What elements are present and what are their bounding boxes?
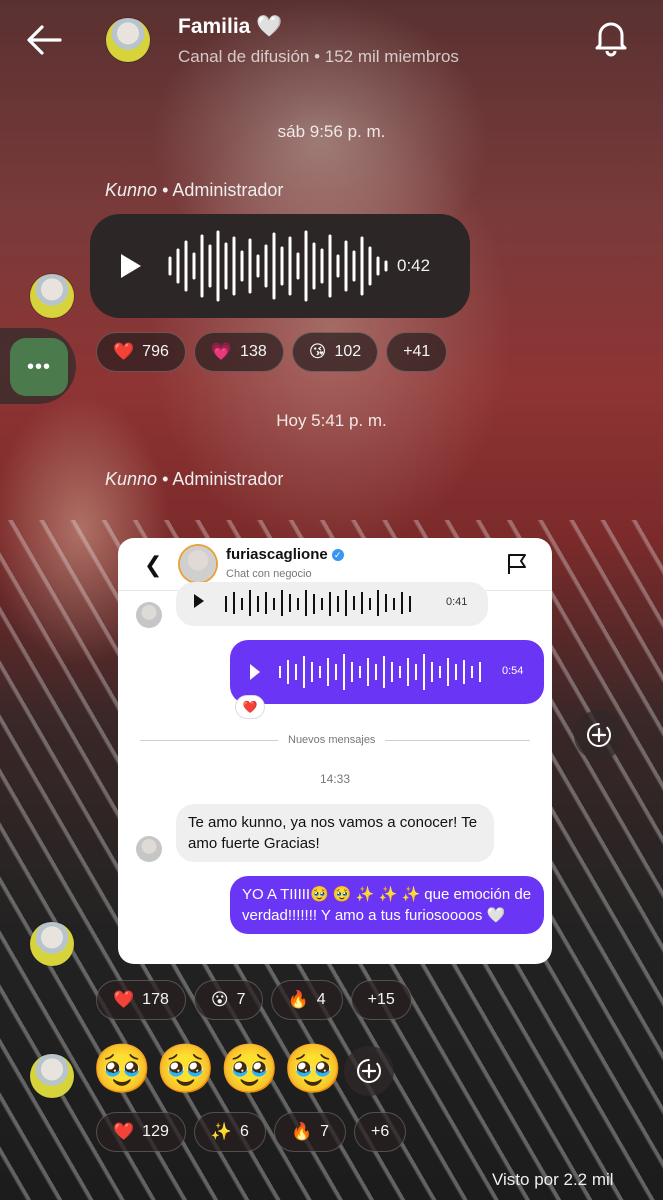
reaction-count: +41 — [403, 343, 431, 360]
screenshot-avatar-small — [136, 836, 162, 862]
screenshot-contact-name: furiascaglione ✓ — [226, 546, 344, 563]
bell-icon[interactable] — [590, 16, 632, 58]
screenshot-outgoing-message: YO A TIIIII🥹 🥹 ✨ ✨ ✨ que emoción de verd… — [230, 876, 544, 934]
screenshot-incoming-message: Te amo kunno, ya nos vamos a conocer! Te… — [176, 804, 494, 862]
voice-duration: 0:42 — [397, 256, 431, 275]
reaction-chip[interactable]: 🔥 7 — [273, 1112, 347, 1152]
screenshot-avatar-small — [136, 602, 162, 628]
emoji-message[interactable]: 🥹🥹🥹🥹 — [92, 1042, 347, 1098]
more-reactions-chip[interactable]: +15 — [350, 980, 412, 1020]
screenshot-time: 14:33 — [319, 772, 351, 786]
reaction-chip[interactable]: ✨ 6 — [193, 1112, 266, 1152]
heart-emoji: ❤️ — [113, 342, 135, 361]
reaction-chip[interactable]: 🔥 4 — [270, 980, 343, 1020]
shared-screenshot-image[interactable]: ❮ furiascaglione✓ Chat con negocio 0:41 — [118, 538, 552, 964]
reaction-count: 4 — [316, 991, 326, 1008]
flag-icon — [508, 554, 526, 574]
author-name: Kunno — [105, 180, 158, 200]
reaction-chip[interactable]: ❤️ 129 — [96, 1112, 186, 1152]
reaction-count: 138 — [240, 343, 267, 360]
reaction-count: 102 — [334, 343, 362, 360]
reaction-chip[interactable]: 💗 138 — [193, 332, 284, 372]
voice-duration: 0:54 — [502, 665, 524, 677]
play-icon — [250, 664, 260, 680]
surprised-emoji: 😮 — [210, 990, 229, 1009]
contact-name-text: furiascaglione — [226, 546, 328, 563]
channel-subtitle[interactable]: Canal de difusión • 152 mil miembros — [178, 47, 459, 67]
channel-avatar[interactable] — [106, 18, 150, 62]
reaction-chip[interactable]: ❤️ 796 — [96, 332, 186, 372]
screenshot-avatar — [180, 546, 216, 582]
screenshot-voice-incoming: 0:41 — [176, 582, 488, 626]
reaction-count: 6 — [240, 1123, 249, 1140]
kiss-emoji: 😘 — [308, 342, 327, 361]
reaction-count: +15 — [367, 991, 395, 1008]
reaction-chip[interactable]: ❤️ 178 — [96, 980, 186, 1020]
new-messages-label: Nuevos mensajes — [278, 734, 386, 746]
reactions-row: ❤️ 129 ✨ 6 🔥 7 +6 — [96, 1112, 407, 1152]
play-icon — [194, 594, 204, 608]
reaction-count: 178 — [142, 991, 169, 1008]
add-reaction-button[interactable] — [344, 1046, 394, 1096]
reaction-count: 796 — [142, 343, 169, 360]
more-dots-icon[interactable]: ••• — [10, 338, 68, 396]
fire-emoji: 🔥 — [290, 1122, 313, 1141]
reaction-count: 7 — [236, 991, 246, 1008]
waveform — [225, 590, 411, 616]
reaction-count: +6 — [371, 1123, 390, 1140]
heart-reaction-badge: ❤️ — [236, 696, 264, 718]
reaction-count: 7 — [320, 1123, 330, 1140]
pink-heart-emoji: 💗 — [210, 342, 233, 361]
date-separator: sáb 9:56 p. m. — [277, 122, 386, 141]
waveform — [279, 654, 481, 690]
heart-emoji: ❤️ — [113, 1122, 135, 1141]
screenshot-voice-outgoing: 0:54 — [230, 640, 544, 704]
sparkles-emoji: ✨ — [210, 1122, 233, 1141]
date-separator: Hoy 5:41 p. m. — [276, 411, 387, 430]
voice-duration: 0:41 — [446, 596, 468, 608]
author-role: • Administrador — [157, 180, 284, 200]
reaction-count: 129 — [142, 1123, 169, 1140]
screenshot-contact-subtitle: Chat con negocio — [226, 568, 312, 580]
more-reactions-chip[interactable]: +6 — [354, 1112, 407, 1152]
author-avatar[interactable] — [30, 922, 74, 966]
chevron-left-icon: ❮ — [144, 552, 163, 577]
post-author: Kunno • Administrador — [105, 469, 283, 490]
more-reactions-chip[interactable]: +41 — [386, 332, 448, 372]
arrow-left-icon[interactable] — [22, 18, 66, 62]
reactions-row: ❤️ 796 💗 138 😘 102 +41 — [96, 332, 448, 372]
add-reaction-icon — [357, 1059, 381, 1083]
seen-by-count: Visto por 2.2 mil — [492, 1170, 614, 1189]
voice-message[interactable]: 0:42 — [90, 214, 470, 318]
author-avatar[interactable] — [30, 274, 74, 318]
author-name: Kunno — [105, 469, 158, 489]
more-options-button[interactable]: ••• — [0, 328, 76, 404]
channel-header: Familia 🤍 Canal de difusión • 152 mil mi… — [0, 0, 663, 86]
add-reaction-button[interactable] — [574, 710, 624, 760]
waveform — [168, 230, 388, 302]
author-role: • Administrador — [157, 469, 284, 489]
reaction-chip[interactable]: 😘 102 — [291, 332, 379, 372]
fire-emoji: 🔥 — [287, 990, 309, 1009]
verified-icon: ✓ — [331, 549, 344, 562]
heart-emoji: ❤️ — [113, 990, 135, 1009]
channel-title[interactable]: Familia 🤍 — [178, 15, 282, 39]
author-avatar[interactable] — [30, 1054, 74, 1098]
reactions-row: ❤️ 178 😮 7 🔥 4 +15 — [96, 980, 412, 1020]
play-icon[interactable] — [118, 252, 144, 280]
add-reaction-icon — [587, 723, 611, 747]
post-author: Kunno • Administrador — [105, 180, 283, 201]
reaction-chip[interactable]: 😮 7 — [193, 980, 263, 1020]
